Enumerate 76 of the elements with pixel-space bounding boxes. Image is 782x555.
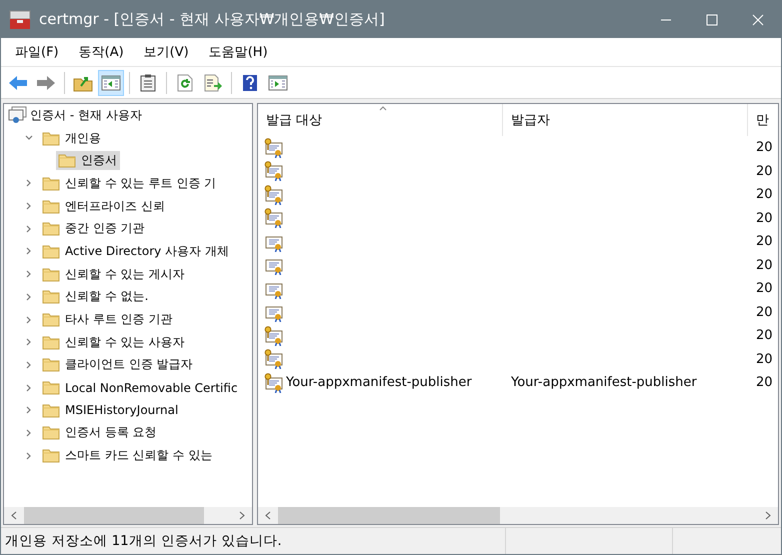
- horizontal-scrollbar[interactable]: [4, 507, 252, 524]
- certificate-key-icon: [264, 184, 284, 205]
- tree-item[interactable]: 중간 인증 기관: [40, 219, 148, 238]
- folder-icon: [42, 198, 60, 214]
- window-title: certmgr - [인증서 - 현재 사용자₩개인용₩인증서]: [39, 10, 386, 29]
- certificate-key-icon: [264, 372, 284, 393]
- folder-icon: [58, 153, 76, 168]
- tree-item[interactable]: 인증서: [56, 151, 120, 170]
- folder-icon: [42, 289, 60, 304]
- console-tree-button[interactable]: [98, 70, 124, 96]
- close-icon: [752, 14, 764, 26]
- table-cell: 20: [756, 210, 773, 226]
- tree-item[interactable]: 신뢰할 수 있는 루트 인증 기: [40, 174, 220, 193]
- table-cell: 20: [756, 375, 773, 390]
- certificate-key-icon: [264, 161, 284, 182]
- folder-icon: [42, 357, 60, 372]
- folder-icon: [42, 176, 60, 191]
- toolbox-icon: [9, 10, 31, 30]
- folder-icon: [42, 130, 60, 146]
- table-cell: 20: [756, 164, 773, 179]
- table-cell: 20: [756, 258, 773, 273]
- folder-icon: [42, 266, 60, 282]
- folder-icon: [42, 334, 60, 350]
- certificate-key-icon: [264, 138, 284, 158]
- table-cell: Your-appxmanifest-publisher: [511, 375, 697, 390]
- tree-item[interactable]: 인증서 등록 요청: [40, 423, 160, 442]
- folder-icon: [42, 425, 60, 440]
- tree-item[interactable]: 타사 루트 인증 기관: [40, 310, 176, 330]
- table-cell: 20: [756, 304, 773, 320]
- folder-icon: [42, 244, 60, 259]
- tree-item[interactable]: 스마트 카드 신뢰할 수 있는: [40, 446, 216, 466]
- status-text: 개인용 저장소에 11개의 인증서가 있습니다.: [4, 532, 283, 551]
- menu-item[interactable]: 보기(V): [134, 43, 199, 61]
- folder-icon: [42, 402, 60, 418]
- help-icon: [242, 74, 258, 92]
- console-tree-icon: [101, 74, 121, 90]
- tree-item[interactable]: MSIEHistoryJournal: [40, 402, 182, 419]
- table-cell: 20: [756, 234, 773, 250]
- table-cell: 20: [756, 187, 773, 202]
- tree-item[interactable]: 신뢰할 수 없는.: [40, 287, 152, 306]
- column-header[interactable]: 발급 대상: [258, 104, 503, 136]
- table-cell: 20: [756, 328, 773, 344]
- column-header[interactable]: 만: [748, 104, 778, 136]
- column-header[interactable]: 발급자: [503, 104, 748, 136]
- folder-icon: [42, 380, 60, 396]
- sort-ascending-icon: [379, 106, 387, 111]
- menu-item[interactable]: 동작(A): [68, 43, 134, 61]
- forward-arrow-icon: [36, 74, 56, 90]
- certificate-key-icon: [264, 326, 284, 346]
- tree-item[interactable]: 신뢰할 수 있는 사용자: [40, 332, 188, 352]
- back-arrow-icon: [8, 74, 28, 90]
- menu-item[interactable]: 파일(F): [5, 43, 69, 61]
- tree-item[interactable]: 개인용: [40, 128, 104, 148]
- table-cell: Your-appxmanifest-publisher: [286, 375, 472, 390]
- tree-item[interactable]: Local NonRemovable Certific: [40, 379, 241, 396]
- table-cell: 20: [756, 140, 773, 156]
- tree-item[interactable]: Active Directory 사용자 개체: [40, 242, 232, 261]
- tree-item[interactable]: 클라이언트 인증 발급자: [40, 355, 196, 374]
- maximize-icon: [706, 14, 718, 26]
- certificates-icon: [8, 106, 28, 124]
- table-cell: 20: [756, 281, 773, 296]
- horizontal-scrollbar[interactable]: [258, 507, 778, 524]
- tree-item[interactable]: 신뢰할 수 있는 게시자: [40, 264, 188, 284]
- menu-item[interactable]: 도움말(H): [198, 43, 278, 61]
- folder-icon: [42, 221, 60, 236]
- tree-root-item[interactable]: 인증서 - 현재 사용자: [28, 106, 145, 125]
- folder-icon: [42, 312, 60, 328]
- refresh-icon: [176, 74, 194, 92]
- clipboard-icon: [140, 74, 156, 92]
- action-pane-icon: [268, 74, 288, 90]
- table-cell: 20: [756, 352, 773, 367]
- tree-item[interactable]: 엔터프라이즈 신뢰: [40, 196, 168, 216]
- certificate-key-icon: [264, 208, 284, 228]
- certificate-key-icon: [264, 349, 284, 370]
- export-list-icon: [203, 74, 223, 92]
- folder-icon: [42, 448, 60, 464]
